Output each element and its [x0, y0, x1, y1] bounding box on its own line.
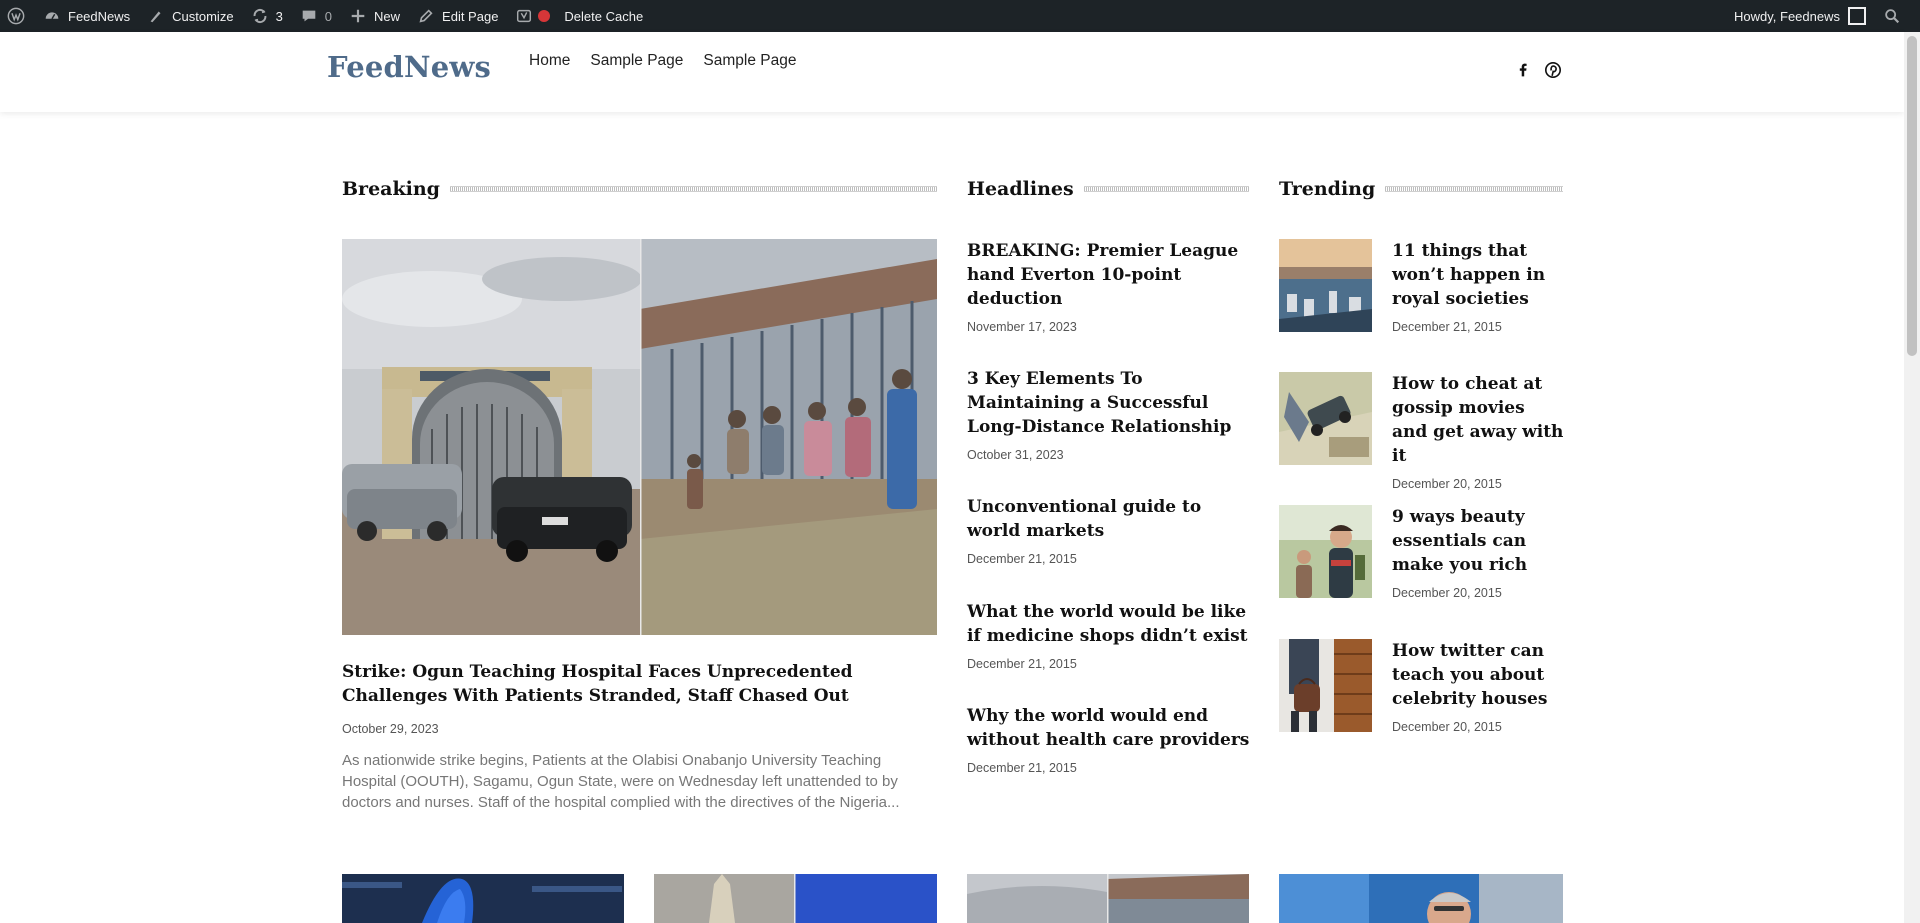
- trending-thumbnail[interactable]: [1279, 239, 1372, 332]
- breaking-date: October 29, 2023: [342, 722, 439, 736]
- heading-divider: [1083, 186, 1249, 192]
- customize-label: Customize: [172, 8, 234, 24]
- headline-item: What the world would be like if medicine…: [967, 600, 1252, 671]
- trending-text: 11 things that won’t happen in royal soc…: [1392, 239, 1564, 334]
- headline-item: BREAKING: Premier League hand Everton 10…: [967, 239, 1252, 334]
- headlines-heading-row: Headlines: [967, 176, 1249, 202]
- headline-title[interactable]: Unconventional guide to world markets: [967, 495, 1252, 543]
- headlines-heading: Headlines: [967, 178, 1074, 200]
- pinterest-icon[interactable]: [1544, 61, 1562, 79]
- trending-thumbnail[interactable]: [1279, 505, 1372, 598]
- wordpress-icon: [6, 6, 26, 26]
- headline-title[interactable]: BREAKING: Premier League hand Everton 10…: [967, 239, 1252, 311]
- trending-title[interactable]: How to cheat at gossip movies and get aw…: [1392, 372, 1564, 468]
- heading-divider: [1385, 186, 1563, 192]
- trending-text: How to cheat at gossip movies and get aw…: [1392, 372, 1564, 491]
- updates-icon: [250, 6, 270, 26]
- headline-title[interactable]: What the world would be like if medicine…: [967, 600, 1252, 648]
- headline-date: December 21, 2015: [967, 761, 1077, 775]
- brush-icon: [146, 6, 166, 26]
- site-name-link[interactable]: FeedNews: [34, 0, 138, 32]
- admin-bar-right: Howdy, Feednews: [1726, 0, 1920, 32]
- trending-item: 11 things that won’t happen in royal soc…: [1279, 239, 1563, 339]
- trending-title[interactable]: How twitter can teach you about celebrit…: [1392, 639, 1564, 711]
- nav-sample-page[interactable]: Sample Page: [590, 52, 683, 70]
- seo-menu[interactable]: Delete Cache: [506, 0, 651, 32]
- post-thumbnail[interactable]: [1279, 874, 1563, 923]
- headline-item: Unconventional guide to world markets De…: [967, 495, 1252, 566]
- wordpress-logo-button[interactable]: [0, 0, 34, 32]
- trending-date: December 20, 2015: [1392, 586, 1502, 600]
- new-content-link[interactable]: New: [340, 0, 408, 32]
- trending-title[interactable]: 9 ways beauty essentials can make you ri…: [1392, 505, 1564, 577]
- trending-date: December 21, 2015: [1392, 320, 1502, 334]
- scrollbar-thumb[interactable]: [1907, 36, 1917, 356]
- search-icon: [1882, 6, 1902, 26]
- trending-date: December 20, 2015: [1392, 477, 1502, 491]
- main-nav: Home Sample Page Sample Page: [529, 52, 796, 70]
- headline-date: November 17, 2023: [967, 320, 1077, 334]
- delete-cache-label[interactable]: Delete Cache: [564, 9, 643, 24]
- yoast-icon: [514, 6, 534, 26]
- updates-link[interactable]: 3: [242, 0, 291, 32]
- trending-title[interactable]: 11 things that won’t happen in royal soc…: [1392, 239, 1564, 311]
- nav-home[interactable]: Home: [529, 52, 570, 70]
- headline-item: 3 Key Elements To Maintaining a Successf…: [967, 367, 1252, 462]
- nav-sample-page-2[interactable]: Sample Page: [703, 52, 796, 70]
- trending-item: How to cheat at gossip movies and get aw…: [1279, 372, 1563, 491]
- site-logo[interactable]: FeedNews: [327, 50, 491, 84]
- customize-link[interactable]: Customize: [138, 0, 241, 32]
- comment-icon: [299, 6, 319, 26]
- breaking-heading-row: Breaking: [342, 176, 937, 202]
- account-menu[interactable]: Howdy, Feednews: [1726, 0, 1874, 32]
- edit-page-link[interactable]: Edit Page: [408, 0, 506, 32]
- headline-title[interactable]: 3 Key Elements To Maintaining a Successf…: [967, 367, 1252, 439]
- edit-page-label: Edit Page: [442, 8, 499, 24]
- heading-divider: [449, 186, 937, 192]
- avatar: [1848, 7, 1866, 25]
- trending-heading: Trending: [1279, 178, 1376, 200]
- breaking-title[interactable]: Strike: Ogun Teaching Hospital Faces Unp…: [342, 660, 937, 708]
- howdy-label: Howdy, Feednews: [1734, 8, 1840, 24]
- headline-title[interactable]: Why the world would end without health c…: [967, 704, 1252, 752]
- trending-item: How twitter can teach you about celebrit…: [1279, 639, 1563, 739]
- pencil-icon: [416, 6, 436, 26]
- post-thumbnail[interactable]: [654, 874, 937, 923]
- headline-item: Why the world would end without health c…: [967, 704, 1252, 775]
- site-header: FeedNews Home Sample Page Sample Page: [0, 32, 1904, 112]
- trending-text: How twitter can teach you about celebrit…: [1392, 639, 1564, 734]
- facebook-icon[interactable]: [1514, 61, 1532, 79]
- comments-link[interactable]: 0: [291, 0, 340, 32]
- headline-date: December 21, 2015: [967, 552, 1077, 566]
- dashboard-icon: [42, 6, 62, 26]
- plus-icon: [348, 6, 368, 26]
- trending-thumbnail[interactable]: [1279, 639, 1372, 732]
- breaking-featured-image[interactable]: [342, 239, 937, 635]
- page-scrollbar[interactable]: [1904, 32, 1920, 923]
- updates-count: 3: [275, 8, 283, 24]
- admin-bar: FeedNews Customize 3 0 New Edit Page Del…: [0, 0, 1920, 32]
- breaking-excerpt: As nationwide strike begins, Patients at…: [342, 752, 900, 811]
- trending-item: 9 ways beauty essentials can make you ri…: [1279, 505, 1563, 605]
- trending-heading-row: Trending: [1279, 176, 1563, 202]
- trending-thumbnail[interactable]: [1279, 372, 1372, 465]
- comments-count: 0: [324, 8, 333, 24]
- trending-text: 9 ways beauty essentials can make you ri…: [1392, 505, 1564, 600]
- new-label: New: [374, 8, 401, 24]
- post-thumbnail[interactable]: [342, 874, 624, 923]
- headline-date: October 31, 2023: [967, 448, 1064, 462]
- trending-date: December 20, 2015: [1392, 720, 1502, 734]
- headline-date: December 21, 2015: [967, 657, 1077, 671]
- breaking-heading: Breaking: [342, 178, 440, 200]
- admin-search-button[interactable]: [1874, 0, 1920, 32]
- seo-status-dot: [538, 10, 551, 22]
- social-links: [1514, 61, 1562, 79]
- post-thumbnail[interactable]: [967, 874, 1249, 923]
- site-name-label: FeedNews: [68, 8, 131, 24]
